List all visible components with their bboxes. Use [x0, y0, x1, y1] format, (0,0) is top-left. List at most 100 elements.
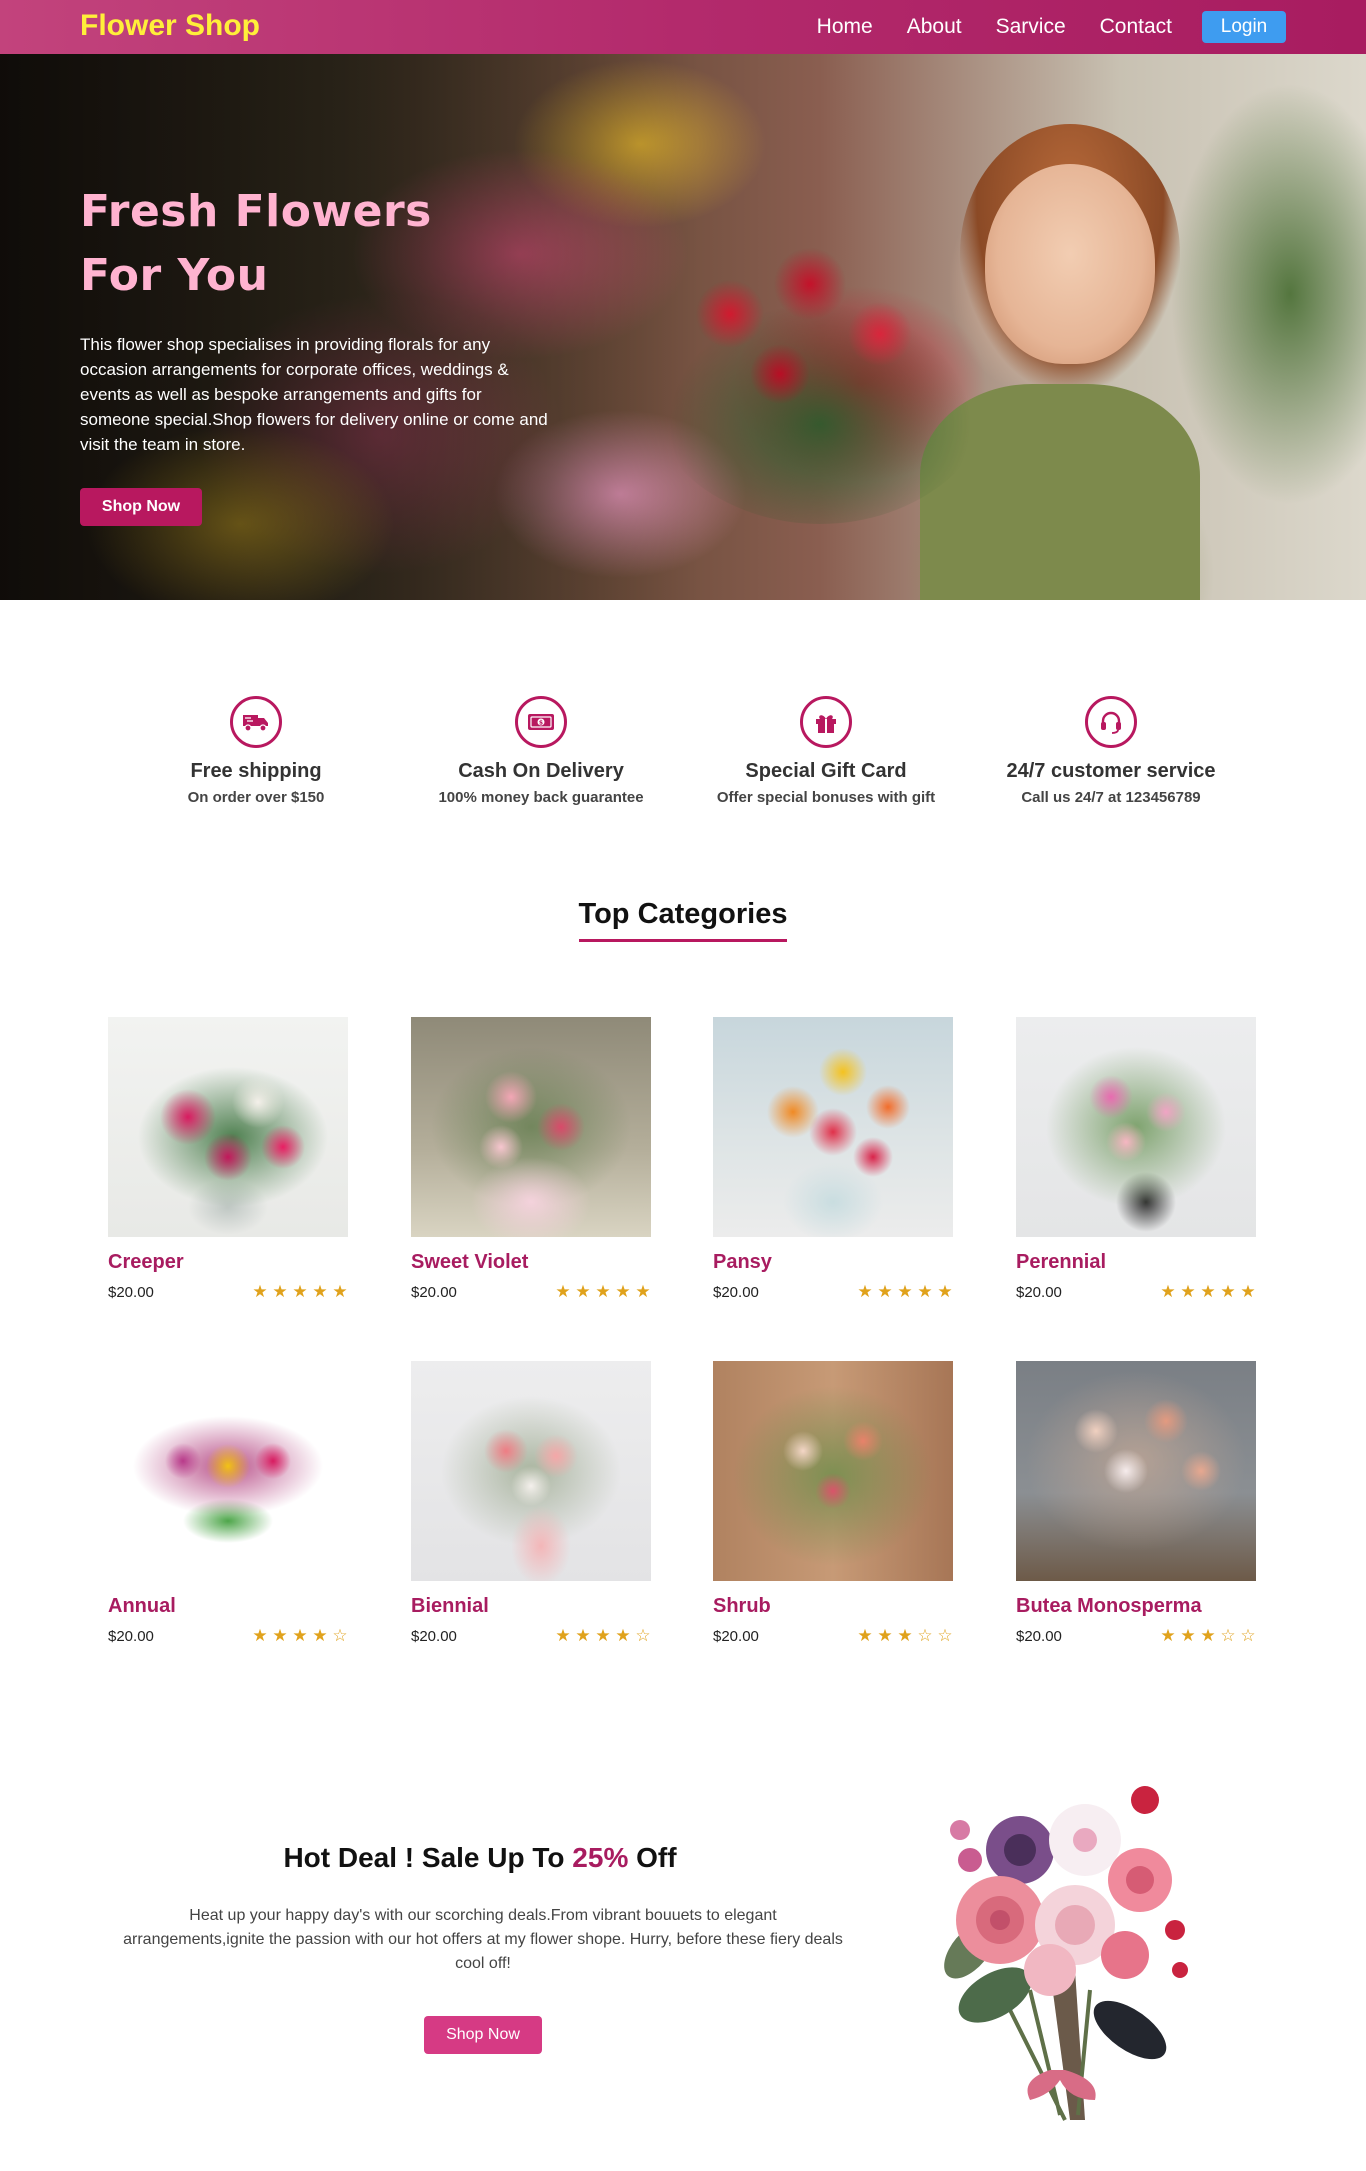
hot-deal-shop-now-button[interactable]: Shop Now	[424, 2016, 542, 2054]
feature-subtitle: On order over $150	[187, 789, 325, 806]
star-filled-icon: ★	[252, 1282, 268, 1301]
product-card-creeper[interactable]: Creeper $20.00 ★ ★ ★ ★ ★	[108, 1017, 350, 1302]
star-filled-icon: ★	[312, 1626, 328, 1645]
star-filled-icon: ★	[877, 1626, 893, 1645]
star-filled-icon: ★	[332, 1282, 348, 1301]
product-image[interactable]	[713, 1017, 953, 1237]
product-price: $20.00	[108, 1627, 154, 1645]
product-meta: $20.00 ★ ★ ★ ★ ★	[1016, 1282, 1258, 1302]
star-empty-icon: ☆	[332, 1626, 348, 1645]
product-name[interactable]: Butea Monosperma	[1016, 1595, 1258, 1618]
product-price: $20.00	[1016, 1283, 1062, 1301]
brand-logo[interactable]: Flower Shop	[80, 9, 260, 43]
star-filled-icon: ★	[272, 1282, 288, 1301]
rating-stars: ★ ★ ★ ☆ ☆	[855, 1626, 955, 1646]
hero-title: Fresh Flowers For You	[80, 180, 560, 308]
hot-deal-title-post: Off	[628, 1842, 677, 1873]
hot-deal-description: Heat up your happy day's with our scorch…	[123, 1907, 843, 1972]
star-filled-icon: ★	[877, 1282, 893, 1301]
product-name[interactable]: Annual	[108, 1595, 350, 1618]
feature-free-shipping: Free shipping On order over $150	[111, 696, 401, 806]
product-name[interactable]: Shrub	[713, 1595, 955, 1618]
product-image[interactable]	[1016, 1017, 1256, 1237]
feature-title: Special Gift Card	[745, 760, 907, 782]
features-section: Free shipping On order over $150 $ Cash …	[0, 696, 1366, 816]
star-filled-icon: ★	[897, 1282, 913, 1301]
hero-title-line1: Fresh Flowers	[80, 186, 432, 237]
product-card-butea-monosperma[interactable]: Butea Monosperma $20.00 ★ ★ ★ ☆ ☆	[1016, 1361, 1258, 1646]
star-filled-icon: ★	[615, 1626, 631, 1645]
star-filled-icon: ★	[1160, 1626, 1176, 1645]
truck-icon	[230, 696, 282, 748]
product-card-perennial[interactable]: Perennial $20.00 ★ ★ ★ ★ ★	[1016, 1017, 1258, 1302]
star-empty-icon: ☆	[635, 1626, 651, 1645]
star-filled-icon: ★	[1200, 1282, 1216, 1301]
star-filled-icon: ★	[1200, 1626, 1216, 1645]
nav-link-contact[interactable]: Contact	[1100, 15, 1172, 39]
product-meta: $20.00 ★ ★ ★ ★ ★	[713, 1282, 955, 1302]
star-filled-icon: ★	[575, 1282, 591, 1301]
nav-link-about[interactable]: About	[907, 15, 962, 39]
product-price: $20.00	[411, 1283, 457, 1301]
product-name[interactable]: Creeper	[108, 1251, 350, 1274]
product-card-shrub[interactable]: Shrub $20.00 ★ ★ ★ ☆ ☆	[713, 1361, 955, 1646]
product-image[interactable]	[108, 1361, 348, 1581]
rating-stars: ★ ★ ★ ★ ☆	[553, 1626, 653, 1646]
star-filled-icon: ★	[595, 1626, 611, 1645]
rating-stars: ★ ★ ★ ☆ ☆	[1158, 1626, 1258, 1646]
product-name[interactable]: Biennial	[411, 1595, 653, 1618]
bouquet-illustration	[944, 1786, 1188, 2121]
star-filled-icon: ★	[635, 1282, 651, 1301]
star-filled-icon: ★	[575, 1626, 591, 1645]
product-image[interactable]	[411, 1017, 651, 1237]
login-button[interactable]: Login	[1202, 11, 1286, 43]
star-filled-icon: ★	[857, 1282, 873, 1301]
rating-stars: ★ ★ ★ ★ ★	[1158, 1282, 1258, 1302]
feature-customer-service: 24/7 customer service Call us 24/7 at 12…	[966, 696, 1256, 806]
feature-title: 24/7 customer service	[1006, 760, 1216, 782]
product-name[interactable]: Pansy	[713, 1251, 955, 1274]
product-card-pansy[interactable]: Pansy $20.00 ★ ★ ★ ★ ★	[713, 1017, 955, 1302]
product-meta: $20.00 ★ ★ ★ ☆ ☆	[1016, 1626, 1258, 1646]
star-empty-icon: ☆	[937, 1626, 953, 1645]
product-price: $20.00	[411, 1627, 457, 1645]
star-filled-icon: ★	[292, 1626, 308, 1645]
product-meta: $20.00 ★ ★ ★ ★ ☆	[108, 1626, 350, 1646]
product-meta: $20.00 ★ ★ ★ ★ ★	[411, 1282, 653, 1302]
star-filled-icon: ★	[1160, 1282, 1176, 1301]
star-filled-icon: ★	[555, 1282, 571, 1301]
hero-description: This flower shop specialises in providin…	[80, 335, 548, 454]
product-image[interactable]	[411, 1361, 651, 1581]
star-filled-icon: ★	[555, 1626, 571, 1645]
product-card-biennial[interactable]: Biennial $20.00 ★ ★ ★ ★ ☆	[411, 1361, 653, 1646]
headset-icon	[1085, 696, 1137, 748]
rating-stars: ★ ★ ★ ★ ★	[855, 1282, 955, 1302]
cash-icon: $	[515, 696, 567, 748]
product-card-sweet-violet[interactable]: Sweet Violet $20.00 ★ ★ ★ ★ ★	[411, 1017, 653, 1302]
star-filled-icon: ★	[272, 1626, 288, 1645]
product-image[interactable]	[1016, 1361, 1256, 1581]
product-name[interactable]: Perennial	[1016, 1251, 1258, 1274]
hot-deal-title-pre: Hot Deal ! Sale Up To	[283, 1842, 573, 1873]
star-filled-icon: ★	[1180, 1626, 1196, 1645]
product-name[interactable]: Sweet Violet	[411, 1251, 653, 1274]
hero-title-line2: For You	[80, 250, 269, 301]
product-image[interactable]	[713, 1361, 953, 1581]
nav-link-home[interactable]: Home	[817, 15, 873, 39]
product-card-annual[interactable]: Annual $20.00 ★ ★ ★ ★ ☆	[108, 1361, 350, 1646]
nav-link-service[interactable]: Sarvice	[996, 15, 1066, 39]
product-price: $20.00	[108, 1283, 154, 1301]
product-price: $20.00	[713, 1283, 759, 1301]
star-filled-icon: ★	[1180, 1282, 1196, 1301]
star-filled-icon: ★	[1240, 1282, 1256, 1301]
hero-shop-now-button[interactable]: Shop Now	[80, 488, 202, 526]
star-filled-icon: ★	[312, 1282, 328, 1301]
feature-subtitle: 100% money back guarantee	[438, 789, 644, 806]
hot-deal-title: Hot Deal ! Sale Up To 25% Off	[120, 1842, 840, 1874]
section-title: Top Categories	[578, 898, 788, 942]
product-meta: $20.00 ★ ★ ★ ★ ☆	[411, 1626, 653, 1646]
product-image[interactable]	[108, 1017, 348, 1237]
star-filled-icon: ★	[897, 1626, 913, 1645]
product-meta: $20.00 ★ ★ ★ ★ ★	[108, 1282, 350, 1302]
feature-subtitle: Call us 24/7 at 123456789	[1021, 789, 1201, 806]
